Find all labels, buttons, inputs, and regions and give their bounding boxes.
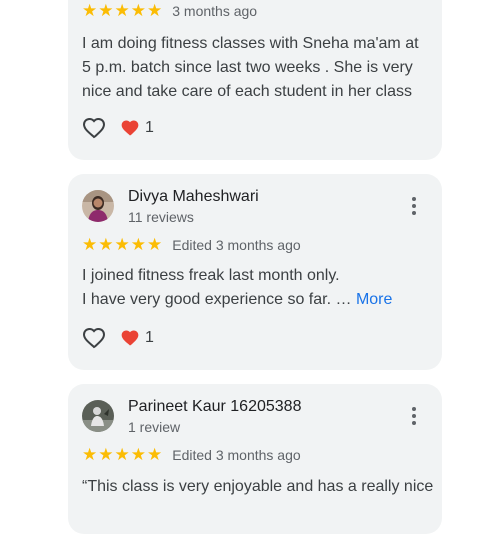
review-text: I joined fitness freak last month only. … [82, 264, 432, 312]
review-text-line: I am doing fitness classes with Sneha ma… [82, 35, 419, 52]
review-text-line: nice and take care of each student in he… [82, 83, 412, 100]
star-icon: ★ [130, 235, 146, 254]
heart-outline-icon[interactable] [82, 116, 106, 140]
reviewer-name[interactable]: Parineet Kaur 16205388 [128, 398, 301, 416]
review-time: Edited 3 months ago [172, 236, 301, 253]
star-icon: ★ [98, 1, 114, 20]
more-link[interactable]: More [356, 291, 392, 308]
review-text-fragment: I have very good experience so far. … [82, 291, 356, 308]
review-card: Divya Maheshwari 11 reviews ★ ★ ★ ★ ★ Ed… [68, 174, 442, 370]
more-vert-icon[interactable] [404, 404, 424, 428]
star-icon: ★ [82, 445, 98, 464]
heart-outline-icon[interactable] [82, 326, 106, 350]
review-text: “This class is very enjoyable and has a … [82, 475, 434, 499]
review-time: 3 months ago [172, 2, 258, 19]
review-card: Parineet Kaur 16205388 1 review ★ ★ ★ ★ … [68, 384, 442, 534]
review-time: Edited 3 months ago [172, 446, 301, 463]
star-icon: ★ [98, 445, 114, 464]
star-icon: ★ [130, 445, 146, 464]
reviewer-review-count: 1 review [128, 419, 181, 435]
review-text-line: 5 p.m. batch since last two weeks . She … [82, 59, 413, 76]
rating-row: ★ ★ ★ ★ ★ Edited 3 months ago [82, 236, 301, 253]
star-icon: ★ [147, 1, 163, 20]
reactions-row: 1 [82, 116, 154, 140]
rating-row: ★ ★ ★ ★ ★ Edited 3 months ago [82, 446, 301, 463]
reviewer-review-count: 11 reviews [128, 209, 194, 225]
star-icon: ★ [114, 1, 130, 20]
star-icon: ★ [114, 235, 130, 254]
reaction-count: 1 [145, 119, 154, 136]
star-icon: ★ [147, 445, 163, 464]
review-text: I am doing fitness classes with Sneha ma… [82, 32, 432, 104]
star-rating: ★ ★ ★ ★ ★ [82, 446, 163, 463]
more-vert-icon[interactable] [404, 194, 424, 218]
star-icon: ★ [147, 235, 163, 254]
reactions-row: 1 [82, 326, 154, 350]
review-text-line: I joined fitness freak last month only. [82, 267, 340, 284]
review-card: ★ ★ ★ ★ ★ 3 months ago I am doing fitnes… [68, 0, 442, 160]
review-text-line: “This class is very enjoyable and has a … [82, 478, 434, 495]
star-rating: ★ ★ ★ ★ ★ [82, 2, 163, 19]
star-rating: ★ ★ ★ ★ ★ [82, 236, 163, 253]
rating-row: ★ ★ ★ ★ ★ 3 months ago [82, 2, 257, 19]
reviewer-name[interactable]: Divya Maheshwari [128, 188, 259, 206]
heart-filled-icon [121, 120, 139, 136]
star-icon: ★ [82, 235, 98, 254]
reaction-count: 1 [145, 329, 154, 346]
avatar[interactable] [82, 400, 114, 432]
star-icon: ★ [130, 1, 146, 20]
heart-filled-icon [121, 330, 139, 346]
avatar-image [82, 190, 114, 222]
star-icon: ★ [98, 235, 114, 254]
avatar[interactable] [82, 190, 114, 222]
star-icon: ★ [114, 445, 130, 464]
review-text-line: I have very good experience so far. … Mo… [82, 288, 432, 312]
avatar-image [82, 400, 114, 432]
star-icon: ★ [82, 1, 98, 20]
